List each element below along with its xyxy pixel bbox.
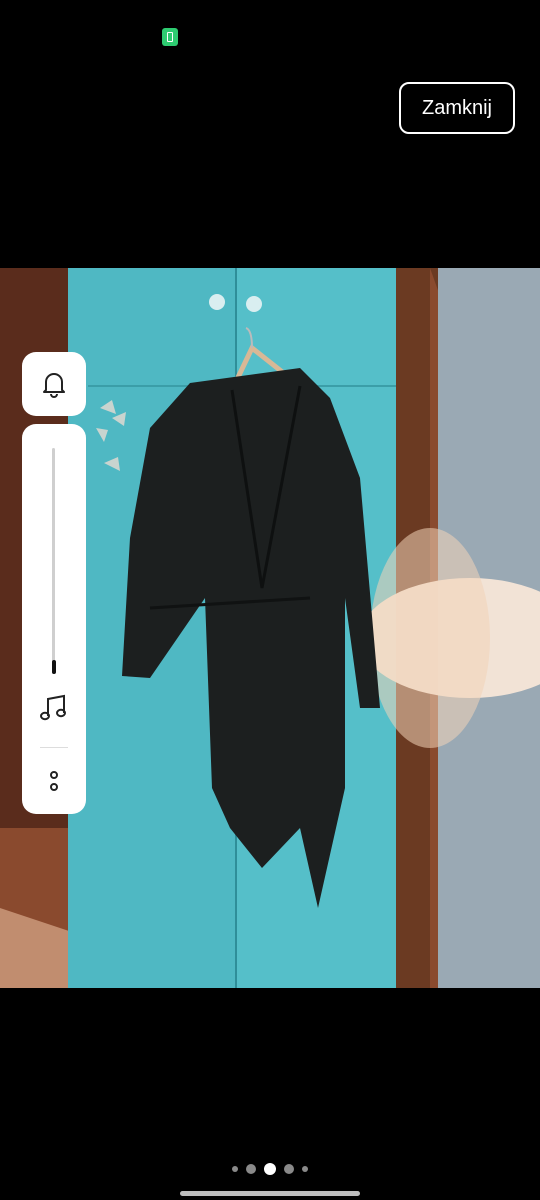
page-dot: [284, 1164, 294, 1174]
home-indicator[interactable]: [180, 1191, 360, 1196]
volume-slider[interactable]: [52, 448, 55, 674]
bell-icon: [43, 373, 65, 398]
page-dot: [232, 1166, 238, 1172]
page-indicator: [0, 1163, 540, 1175]
more-dots-icon: [50, 771, 58, 791]
volume-slider-panel: [22, 424, 86, 814]
volume-level: [51, 660, 56, 674]
volume-panel: [22, 352, 86, 814]
battery-saver-icon: [162, 28, 178, 46]
page-dot: [246, 1164, 256, 1174]
page-dot: [264, 1163, 276, 1175]
divider: [40, 747, 68, 748]
ringer-button[interactable]: [22, 352, 86, 416]
close-button[interactable]: Zamknij: [399, 82, 515, 134]
page-dot: [302, 1166, 308, 1172]
music-note-icon: [40, 694, 66, 721]
more-options-button[interactable]: [48, 770, 60, 797]
media-volume-button[interactable]: [38, 694, 70, 727]
